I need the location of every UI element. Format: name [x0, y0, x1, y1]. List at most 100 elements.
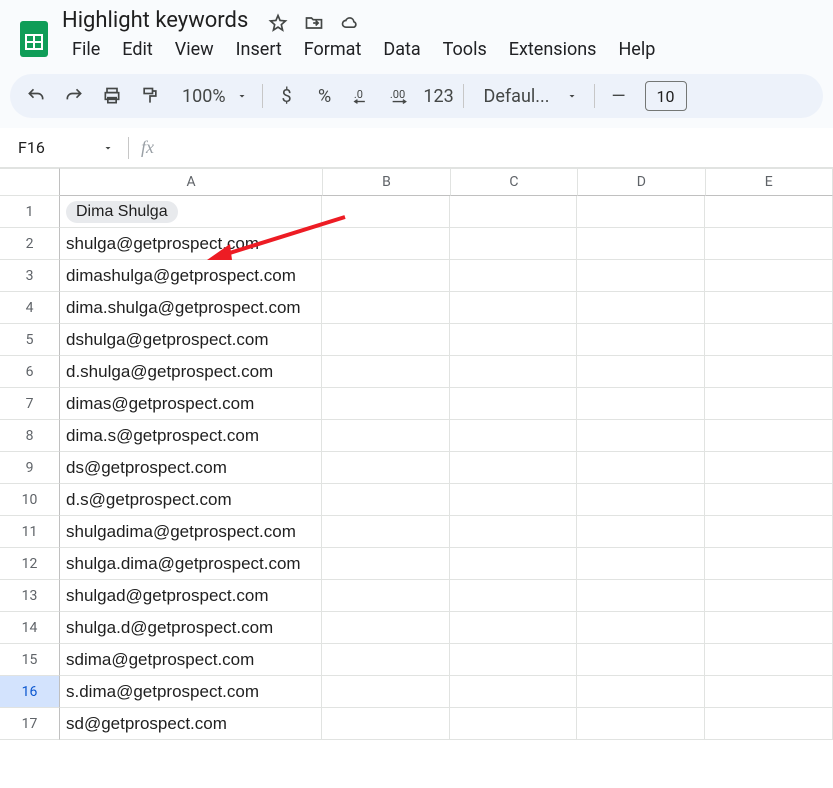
row-header[interactable]: 8	[0, 420, 60, 452]
cell[interactable]	[705, 612, 833, 644]
cell[interactable]	[450, 676, 578, 708]
cell[interactable]	[322, 196, 450, 228]
column-header-D[interactable]: D	[578, 168, 705, 196]
menu-extensions[interactable]: Extensions	[499, 35, 607, 64]
cell[interactable]	[705, 644, 833, 676]
cell[interactable]	[322, 228, 450, 260]
name-box[interactable]: F16	[10, 134, 122, 161]
row-header[interactable]: 7	[0, 388, 60, 420]
row-header[interactable]: 15	[0, 644, 60, 676]
cell[interactable]	[322, 516, 450, 548]
cloud-status-icon[interactable]	[340, 13, 360, 33]
row-header[interactable]: 14	[0, 612, 60, 644]
cell[interactable]	[705, 516, 833, 548]
cell[interactable]	[577, 452, 705, 484]
cell[interactable]	[322, 420, 450, 452]
cell[interactable]	[577, 292, 705, 324]
cell[interactable]	[450, 516, 578, 548]
cell[interactable]: Dima Shulga	[60, 196, 322, 228]
cell[interactable]	[450, 196, 578, 228]
cell[interactable]: shulga@getprospect.com	[60, 228, 322, 260]
cell[interactable]: sd@getprospect.com	[60, 708, 322, 740]
menu-data[interactable]: Data	[373, 35, 430, 64]
cell[interactable]: shulgad@getprospect.com	[60, 580, 322, 612]
cell[interactable]	[322, 260, 450, 292]
cell[interactable]	[450, 580, 578, 612]
row-header[interactable]: 5	[0, 324, 60, 356]
menu-help[interactable]: Help	[608, 35, 665, 64]
cell[interactable]	[705, 580, 833, 612]
decrease-fontsize-button[interactable]: —	[601, 78, 637, 114]
cell[interactable]	[577, 708, 705, 740]
row-header[interactable]: 3	[0, 260, 60, 292]
document-title[interactable]: Highlight keywords	[62, 8, 248, 33]
cell[interactable]	[450, 548, 578, 580]
increase-decimal-button[interactable]: .00	[383, 78, 419, 114]
cell[interactable]	[322, 580, 450, 612]
cell[interactable]	[450, 644, 578, 676]
cell[interactable]	[322, 388, 450, 420]
cell[interactable]	[705, 676, 833, 708]
cell[interactable]	[705, 708, 833, 740]
menu-format[interactable]: Format	[294, 35, 372, 64]
cell[interactable]	[577, 228, 705, 260]
cell[interactable]: s.dima@getprospect.com	[60, 676, 322, 708]
cell[interactable]	[577, 548, 705, 580]
cell[interactable]	[450, 452, 578, 484]
cell[interactable]	[705, 196, 833, 228]
cell[interactable]: dima.s@getprospect.com	[60, 420, 322, 452]
cell[interactable]	[705, 356, 833, 388]
redo-button[interactable]	[56, 78, 92, 114]
font-dropdown[interactable]: Defaul...	[470, 86, 588, 107]
sheets-logo-icon[interactable]	[14, 19, 54, 59]
cell[interactable]	[450, 612, 578, 644]
column-header-C[interactable]: C	[451, 168, 578, 196]
move-folder-icon[interactable]	[304, 13, 324, 33]
cell[interactable]: shulga.dima@getprospect.com	[60, 548, 322, 580]
cell[interactable]	[450, 228, 578, 260]
cell[interactable]	[322, 324, 450, 356]
cell[interactable]	[450, 292, 578, 324]
cell[interactable]	[577, 676, 705, 708]
cell[interactable]	[450, 356, 578, 388]
percent-button[interactable]: %	[307, 78, 343, 114]
cell[interactable]	[450, 324, 578, 356]
cell[interactable]	[577, 196, 705, 228]
row-header[interactable]: 17	[0, 708, 60, 740]
cell[interactable]: d.s@getprospect.com	[60, 484, 322, 516]
cell[interactable]: dimas@getprospect.com	[60, 388, 322, 420]
cell[interactable]	[577, 484, 705, 516]
cell[interactable]	[577, 260, 705, 292]
cell[interactable]	[450, 260, 578, 292]
cell[interactable]: shulgadima@getprospect.com	[60, 516, 322, 548]
currency-button[interactable]: $	[269, 78, 305, 114]
cell[interactable]	[705, 484, 833, 516]
cell[interactable]: shulga.d@getprospect.com	[60, 612, 322, 644]
cell[interactable]: ds@getprospect.com	[60, 452, 322, 484]
select-all-corner[interactable]	[0, 168, 60, 196]
cell[interactable]	[577, 356, 705, 388]
row-header[interactable]: 13	[0, 580, 60, 612]
cell[interactable]	[322, 612, 450, 644]
star-icon[interactable]	[268, 13, 288, 33]
print-button[interactable]	[94, 78, 130, 114]
cell[interactable]	[322, 676, 450, 708]
cell[interactable]	[322, 548, 450, 580]
cell[interactable]	[322, 644, 450, 676]
cell[interactable]	[322, 356, 450, 388]
cell[interactable]	[450, 484, 578, 516]
decrease-decimal-button[interactable]: .0	[345, 78, 381, 114]
cell[interactable]	[322, 452, 450, 484]
cell[interactable]	[705, 324, 833, 356]
cell[interactable]	[322, 484, 450, 516]
cell[interactable]	[577, 516, 705, 548]
font-size-input[interactable]: 10	[645, 81, 687, 111]
cell[interactable]	[577, 612, 705, 644]
cell[interactable]	[577, 644, 705, 676]
cell[interactable]: dimashulga@getprospect.com	[60, 260, 322, 292]
cell[interactable]	[450, 420, 578, 452]
paint-format-button[interactable]	[132, 78, 168, 114]
menu-edit[interactable]: Edit	[112, 35, 162, 64]
cell[interactable]	[705, 388, 833, 420]
people-chip[interactable]: Dima Shulga	[66, 201, 178, 223]
